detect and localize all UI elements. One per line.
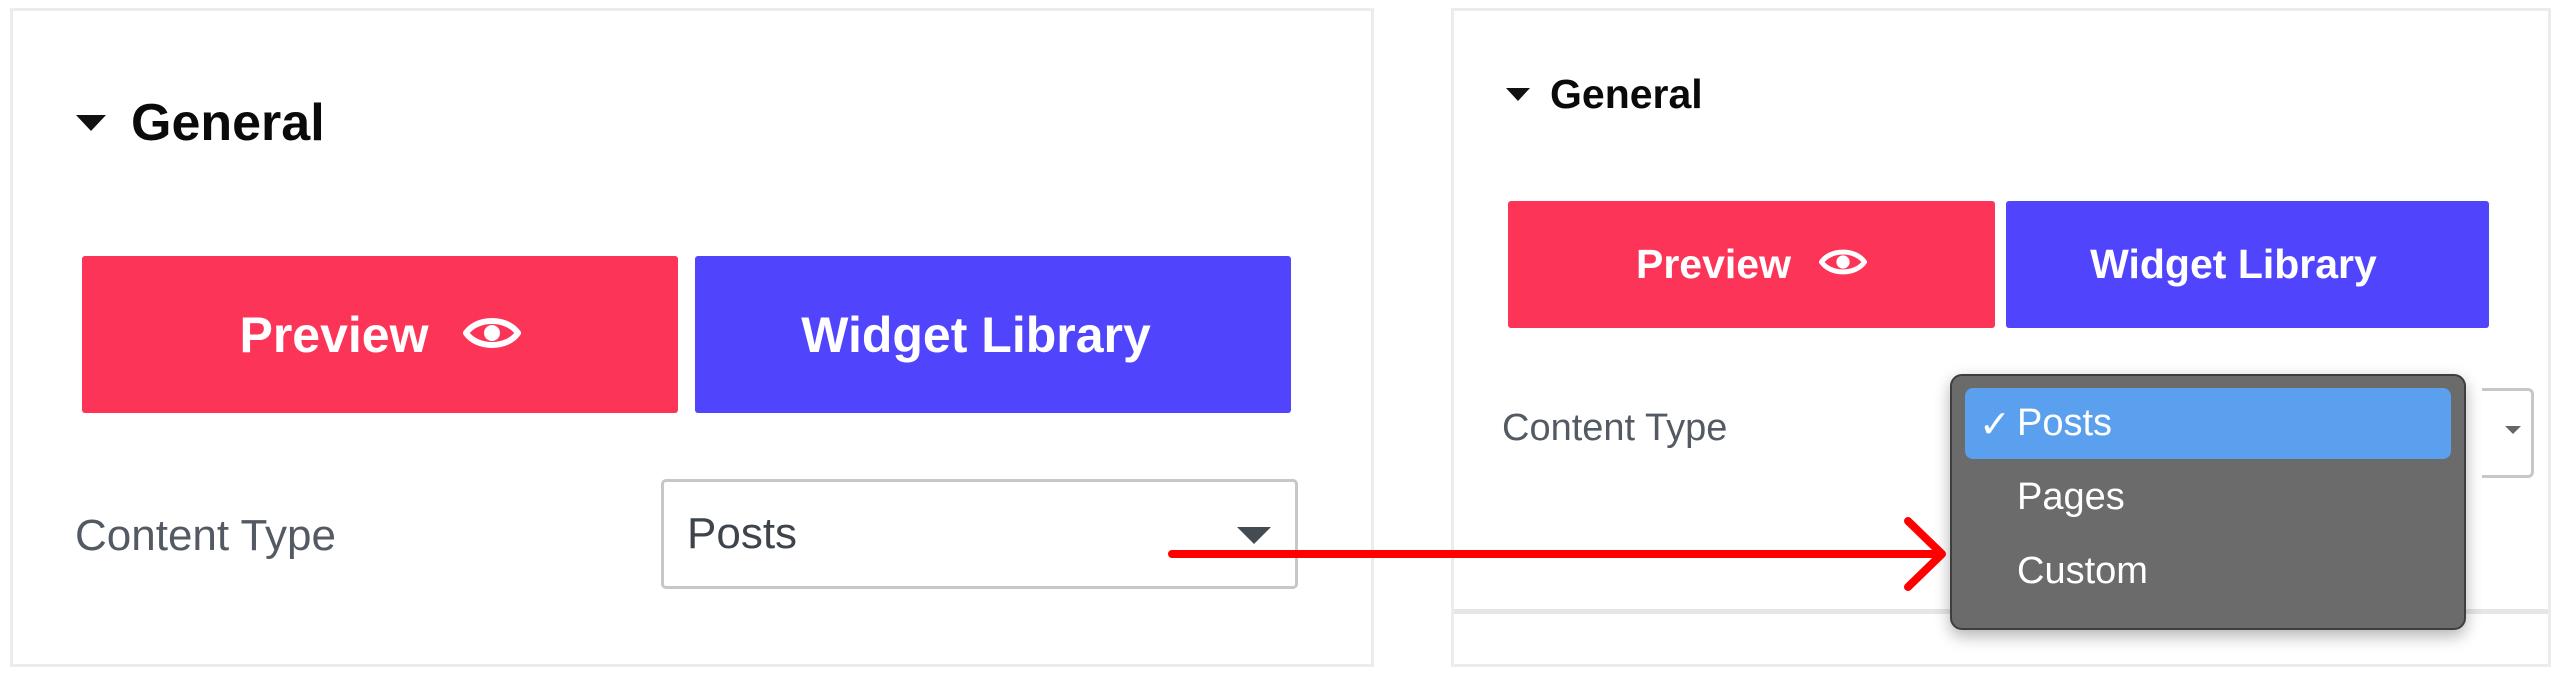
section-header-general[interactable]: General — [1506, 71, 1703, 118]
dropdown-option-label: Custom — [2017, 550, 2148, 592]
content-type-select[interactable]: Posts — [661, 479, 1298, 589]
preview-button[interactable]: Preview — [82, 256, 678, 413]
eye-icon — [1819, 241, 1867, 288]
eye-icon — [462, 306, 521, 364]
chevron-down-icon — [1237, 527, 1271, 544]
dropdown-option-custom[interactable]: Custom — [1965, 536, 2451, 607]
content-type-label: Content Type — [75, 511, 336, 560]
content-type-label: Content Type — [1502, 407, 1728, 449]
dropdown-option-label: Pages — [2017, 476, 2125, 518]
section-title: General — [1550, 71, 1703, 117]
screenshot-stage: General Preview Widget Library Content T… — [0, 0, 2560, 678]
content-type-select-value: Posts — [687, 509, 798, 558]
left-editor-panel: General Preview Widget Library Content T… — [10, 8, 1374, 667]
widget-library-button-label: Widget Library — [2090, 241, 2377, 287]
section-title: General — [131, 94, 325, 152]
section-header-general[interactable]: General — [76, 93, 325, 153]
chevron-down-icon — [2505, 426, 2521, 434]
preview-button[interactable]: Preview — [1508, 201, 1995, 328]
preview-button-label: Preview — [239, 306, 429, 363]
widget-library-button[interactable]: Widget Library — [695, 256, 1291, 413]
widget-library-button[interactable]: Widget Library — [2006, 201, 2489, 328]
checkmark-icon: ✓ — [1979, 401, 2011, 446]
preview-button-label: Preview — [1636, 241, 1791, 287]
caret-down-icon — [76, 115, 106, 131]
caret-down-icon — [1506, 88, 1530, 101]
dropdown-option-pages[interactable]: Pages — [1965, 462, 2451, 533]
dropdown-option-label: Posts — [2017, 402, 2113, 444]
content-type-dropdown-menu: ✓ Posts Pages Custom — [1950, 374, 2466, 630]
content-type-select[interactable] — [2482, 388, 2534, 478]
widget-library-button-label: Widget Library — [801, 306, 1151, 363]
dropdown-option-posts[interactable]: ✓ Posts — [1965, 388, 2451, 459]
